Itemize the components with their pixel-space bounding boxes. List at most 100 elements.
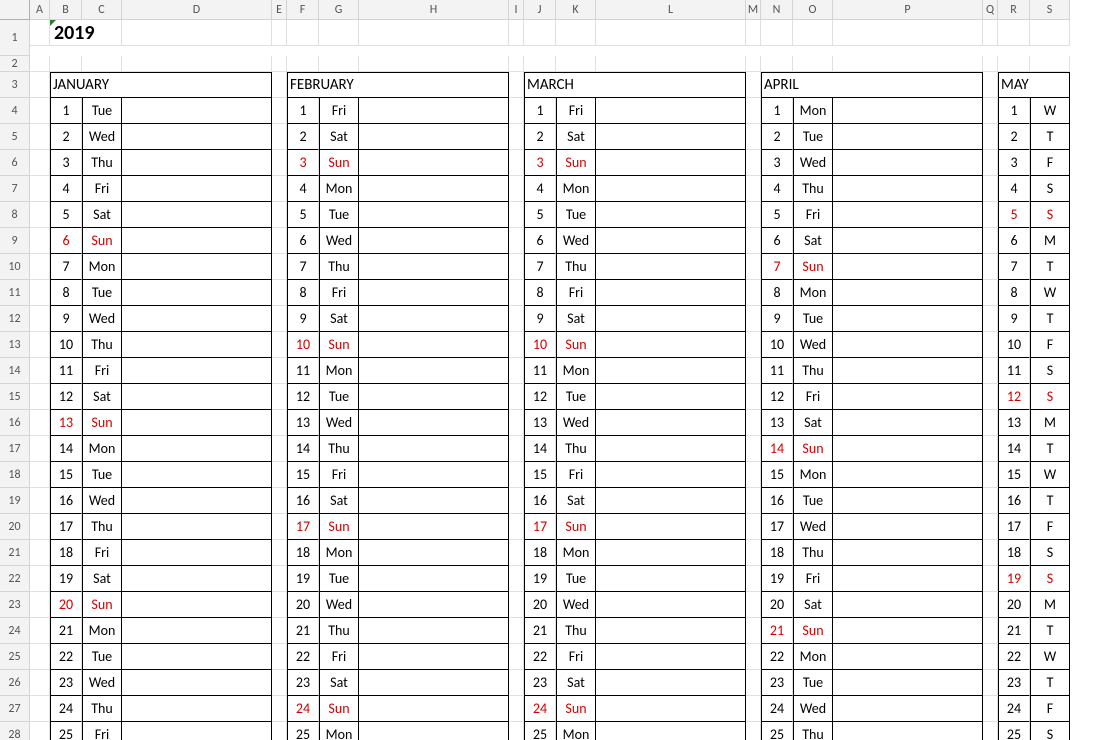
dayname-3-5[interactable]: Fri: [793, 202, 833, 228]
dayname-3-7[interactable]: Sun: [793, 254, 833, 280]
row-header-15[interactable]: 15: [0, 384, 30, 410]
row-header-8[interactable]: 8: [0, 202, 30, 228]
dayname-4-2[interactable]: T: [1030, 124, 1070, 150]
dayname-0-5[interactable]: Sat: [82, 202, 122, 228]
dayname-0-21[interactable]: Mon: [82, 618, 122, 644]
daynum-2-19[interactable]: 19: [524, 566, 556, 592]
note-3-22[interactable]: [833, 644, 983, 670]
cell-r1-7[interactable]: [556, 20, 596, 46]
dayname-1-24[interactable]: Sun: [319, 696, 359, 722]
gap-M-9[interactable]: [746, 228, 761, 254]
note-2-10[interactable]: [596, 332, 746, 358]
daynum-2-10[interactable]: 10: [524, 332, 556, 358]
daynum-1-25[interactable]: 25: [287, 722, 319, 740]
gap-Q-13[interactable]: [983, 332, 998, 358]
dayname-0-4[interactable]: Fri: [82, 176, 122, 202]
note-1-17[interactable]: [359, 514, 509, 540]
daynum-0-20[interactable]: 20: [50, 592, 82, 618]
daynum-3-15[interactable]: 15: [761, 462, 793, 488]
note-0-12[interactable]: [122, 384, 272, 410]
gap-E-9[interactable]: [272, 228, 287, 254]
gap-Q-19[interactable]: [983, 488, 998, 514]
gap-M-26[interactable]: [746, 670, 761, 696]
gap-I-24[interactable]: [509, 618, 524, 644]
note-1-11[interactable]: [359, 358, 509, 384]
gap-M-15[interactable]: [746, 384, 761, 410]
daynum-2-5[interactable]: 5: [524, 202, 556, 228]
daynum-0-3[interactable]: 3: [50, 150, 82, 176]
daynum-3-13[interactable]: 13: [761, 410, 793, 436]
gap-M-24[interactable]: [746, 618, 761, 644]
gap-I-11[interactable]: [509, 280, 524, 306]
cell-r1-6[interactable]: [524, 20, 556, 46]
gap-A-9[interactable]: [30, 228, 50, 254]
dayname-0-13[interactable]: Sun: [82, 410, 122, 436]
cell-r1-8[interactable]: [596, 20, 746, 46]
gap-Q-7[interactable]: [983, 176, 998, 202]
gap-I-10[interactable]: [509, 254, 524, 280]
dayname-0-18[interactable]: Fri: [82, 540, 122, 566]
daynum-1-13[interactable]: 13: [287, 410, 319, 436]
daynum-2-15[interactable]: 15: [524, 462, 556, 488]
gap-E-17[interactable]: [272, 436, 287, 462]
note-2-18[interactable]: [596, 540, 746, 566]
note-0-22[interactable]: [122, 644, 272, 670]
gap-E-27[interactable]: [272, 696, 287, 722]
gap-Q-24[interactable]: [983, 618, 998, 644]
note-3-9[interactable]: [833, 306, 983, 332]
note-2-7[interactable]: [596, 254, 746, 280]
gap-A-21[interactable]: [30, 540, 50, 566]
daynum-1-22[interactable]: 22: [287, 644, 319, 670]
dayname-3-22[interactable]: Mon: [793, 644, 833, 670]
gap-E-5[interactable]: [272, 124, 287, 150]
dayname-4-4[interactable]: S: [1030, 176, 1070, 202]
dayname-3-21[interactable]: Sun: [793, 618, 833, 644]
gap-M-21[interactable]: [746, 540, 761, 566]
note-0-10[interactable]: [122, 332, 272, 358]
note-1-15[interactable]: [359, 462, 509, 488]
note-2-16[interactable]: [596, 488, 746, 514]
row-header-16[interactable]: 16: [0, 410, 30, 436]
dayname-4-6[interactable]: M: [1030, 228, 1070, 254]
dayname-1-2[interactable]: Sat: [319, 124, 359, 150]
gap-I-27[interactable]: [509, 696, 524, 722]
gap-M-25[interactable]: [746, 644, 761, 670]
dayname-3-8[interactable]: Mon: [793, 280, 833, 306]
dayname-4-7[interactable]: T: [1030, 254, 1070, 280]
dayname-1-5[interactable]: Tue: [319, 202, 359, 228]
col-header-L[interactable]: L: [596, 0, 746, 20]
cell-r2-10[interactable]: [556, 56, 596, 72]
dayname-1-16[interactable]: Sat: [319, 488, 359, 514]
daynum-2-22[interactable]: 22: [524, 644, 556, 670]
note-3-3[interactable]: [833, 150, 983, 176]
cell-r2-4[interactable]: [272, 56, 287, 72]
dayname-0-22[interactable]: Tue: [82, 644, 122, 670]
note-1-5[interactable]: [359, 202, 509, 228]
gap-E-7[interactable]: [272, 176, 287, 202]
cell-r1-5[interactable]: [509, 20, 524, 46]
daynum-0-5[interactable]: 5: [50, 202, 82, 228]
gap-E-24[interactable]: [272, 618, 287, 644]
row-header-18[interactable]: 18: [0, 462, 30, 488]
gap-Q-28[interactable]: [983, 722, 998, 740]
cell-r1-4[interactable]: [359, 20, 509, 46]
dayname-2-16[interactable]: Sat: [556, 488, 596, 514]
daynum-3-20[interactable]: 20: [761, 592, 793, 618]
daynum-1-9[interactable]: 9: [287, 306, 319, 332]
cell-r1-14[interactable]: [998, 20, 1030, 46]
note-0-13[interactable]: [122, 410, 272, 436]
gap-Q-3[interactable]: [983, 72, 998, 98]
dayname-2-10[interactable]: Sun: [556, 332, 596, 358]
dayname-0-3[interactable]: Thu: [82, 150, 122, 176]
daynum-4-25[interactable]: 25: [998, 722, 1030, 740]
daynum-2-25[interactable]: 25: [524, 722, 556, 740]
daynum-2-6[interactable]: 6: [524, 228, 556, 254]
gap-E-19[interactable]: [272, 488, 287, 514]
daynum-3-1[interactable]: 1: [761, 98, 793, 124]
col-header-N[interactable]: N: [761, 0, 793, 20]
daynum-0-11[interactable]: 11: [50, 358, 82, 384]
dayname-3-1[interactable]: Mon: [793, 98, 833, 124]
daynum-4-23[interactable]: 23: [998, 670, 1030, 696]
dayname-1-19[interactable]: Tue: [319, 566, 359, 592]
dayname-0-6[interactable]: Sun: [82, 228, 122, 254]
